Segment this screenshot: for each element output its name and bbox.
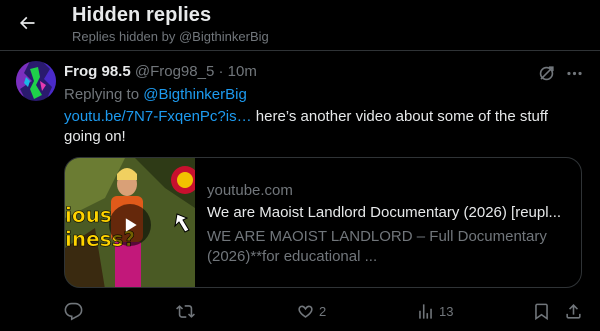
display-name[interactable]: Frog 98.5 [64, 63, 131, 80]
timestamp[interactable]: 10m [228, 63, 257, 80]
hidden-reply-tweet[interactable]: Frog 98.5 @Frog98_5 · 10m Replying to @B… [0, 50, 600, 331]
author-handle[interactable]: @Frog98_5 [135, 63, 214, 80]
avatar[interactable] [16, 61, 56, 101]
hide-reply-button[interactable] [534, 61, 558, 85]
arrow-left-icon [17, 13, 37, 33]
separator-dot: · [218, 63, 224, 80]
more-button[interactable] [562, 61, 586, 85]
card-domain: youtube.com [207, 182, 293, 199]
like-button[interactable]: 2 [296, 299, 326, 323]
author-line: Frog 98.5 @Frog98_5 · 10m [64, 63, 257, 80]
video-link[interactable]: youtu.be/7N7-FxqenPc?is… [64, 108, 252, 125]
replying-handle-link[interactable]: @BigthinkerBig [143, 86, 247, 103]
view-count: 13 [439, 303, 454, 319]
share-button[interactable] [564, 299, 583, 323]
replying-to-line: Replying to @BigthinkerBig [64, 86, 247, 103]
page-title: Hidden replies [72, 4, 212, 26]
tweet-actions: 2 13 [64, 299, 588, 323]
like-count: 2 [319, 303, 327, 319]
replying-prefix: Replying to [64, 86, 140, 103]
retweet-icon [176, 302, 195, 321]
svg-text:ious: ious [65, 203, 112, 227]
reply-icon [64, 302, 83, 321]
share-icon [564, 302, 583, 321]
views-icon [416, 302, 435, 321]
views-button[interactable]: 13 [416, 299, 453, 323]
tweet-text: youtu.be/7N7-FxqenPc?is… here’s another … [64, 107, 584, 147]
play-icon [120, 215, 140, 235]
video-thumbnail[interactable]: ious iness? [65, 158, 195, 287]
link-card[interactable]: ious iness? youtube.com We are Maoist La… [64, 157, 582, 288]
back-button[interactable] [10, 6, 44, 40]
retweet-button[interactable] [176, 299, 199, 323]
card-body: youtube.com We are Maoist Landlord Docum… [207, 158, 577, 287]
bookmark-icon [532, 302, 551, 321]
card-title[interactable]: We are Maoist Landlord Documentary (2026… [207, 204, 573, 221]
reply-button[interactable] [64, 299, 87, 323]
bookmark-button[interactable] [532, 299, 551, 323]
card-description: WE ARE MAOIST LANDLORD – Full Documentar… [207, 228, 547, 265]
hide-reply-icon [537, 64, 556, 83]
page-subtitle: Replies hidden by @BigthinkerBig [72, 29, 269, 44]
more-icon [565, 64, 584, 83]
like-icon [296, 302, 315, 321]
page-header: Hidden replies Replies hidden by @Bigthi… [0, 0, 600, 50]
play-button[interactable] [109, 204, 151, 246]
